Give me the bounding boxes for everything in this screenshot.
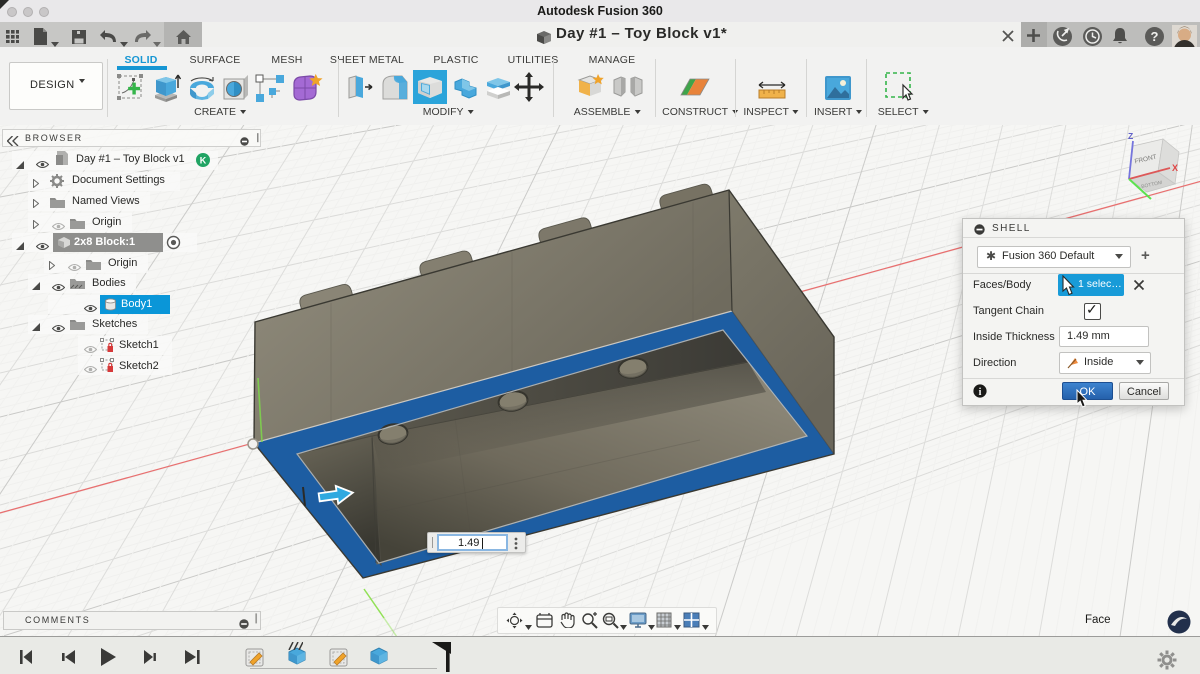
svg-text:i: i (979, 387, 982, 398)
svg-text:?: ? (1151, 29, 1159, 44)
svg-text:X: X (1172, 163, 1178, 173)
svg-text:Z: Z (1128, 131, 1133, 141)
svg-text:K: K (200, 156, 207, 166)
